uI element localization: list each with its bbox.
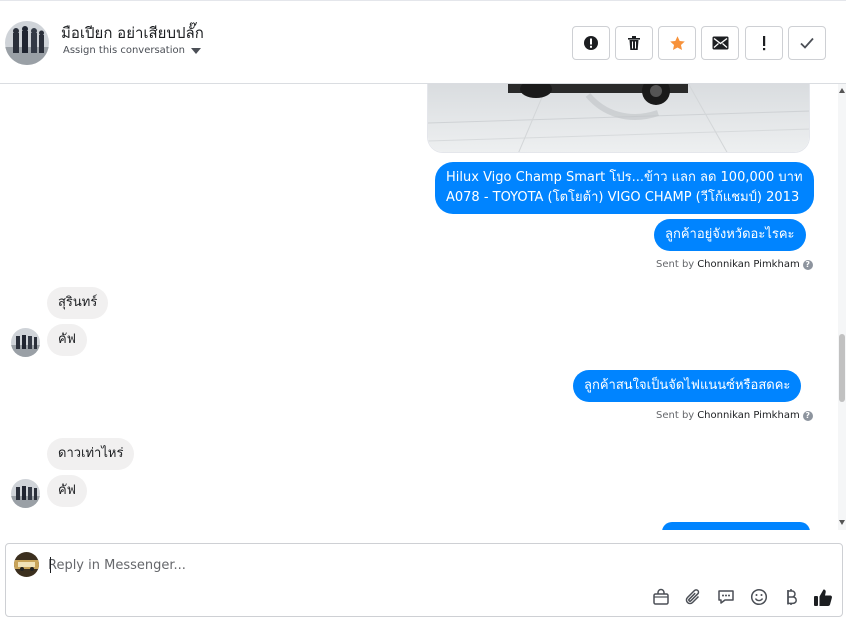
- follow-up-button[interactable]: [745, 26, 783, 60]
- contact-avatar-small: [11, 328, 40, 357]
- checkmark-icon: [799, 36, 815, 50]
- message-bubble-outgoing: ลูกค้าอยู่จังหวัดอะไรคะ: [654, 219, 806, 251]
- message-line: A078 - TOYOTA (โตโยต้า) VIGO CHAMP (วีโก…: [446, 190, 800, 205]
- star-icon: [669, 35, 686, 52]
- assign-conversation-dropdown[interactable]: Assign this conversation: [63, 45, 201, 56]
- paperclip-icon[interactable]: [683, 587, 703, 607]
- done-button[interactable]: [788, 26, 826, 60]
- contact-avatar[interactable]: [5, 21, 49, 65]
- message-bubble-incoming: ดาวเท่าไหร่: [47, 438, 135, 470]
- sent-by-agent[interactable]: Chonnikan Pimkham: [697, 410, 799, 421]
- message-bubble-outgoing: Hilux Vigo Champ Smart โปร...ข้าว แลก ลด…: [435, 162, 814, 214]
- reply-composer: [5, 543, 843, 617]
- sent-by-agent[interactable]: Chonnikan Pimkham: [697, 259, 799, 270]
- message-bubble-incoming: คัฟ: [47, 324, 87, 356]
- thumbs-up-icon[interactable]: [813, 587, 833, 607]
- header-divider: [0, 0, 846, 5]
- message-line: Hilux Vigo Champ Smart โปร...ข้าว แลก ลด…: [446, 170, 803, 185]
- reply-input[interactable]: [48, 554, 608, 576]
- sent-by-label: Sent by Chonnikan Pimkham ?: [656, 259, 813, 270]
- sent-by-prefix: Sent by: [656, 259, 695, 270]
- scrollbar-thumb[interactable]: [839, 334, 845, 402]
- mark-spam-button[interactable]: [572, 26, 610, 60]
- star-button[interactable]: [658, 26, 696, 60]
- contact-name: มือเปียก อย่าเสียบปลั๊ก: [61, 24, 204, 42]
- caret-down-icon: [190, 48, 201, 54]
- trash-icon: [626, 35, 642, 51]
- message-bubble-incoming: สุรินทร์: [47, 287, 109, 319]
- car-photo-attachment[interactable]: [427, 84, 810, 153]
- mark-unread-button[interactable]: [701, 26, 739, 60]
- scroll-down-arrow-icon[interactable]: [839, 520, 845, 525]
- conversation-header: มือเปียก อย่าเสียบปลั๊ก Assign this conv…: [0, 0, 846, 84]
- alert-circle-icon: [583, 35, 599, 51]
- saved-replies-icon[interactable]: [716, 587, 736, 607]
- sent-by-prefix: Sent by: [656, 410, 695, 421]
- envelope-icon: [712, 36, 729, 50]
- scroll-up-arrow-icon[interactable]: [839, 88, 845, 93]
- sent-by-label: Sent by Chonnikan Pimkham ?: [656, 410, 813, 421]
- page-avatar: [14, 552, 39, 577]
- text-cursor: [50, 557, 51, 573]
- exclamation-icon: [761, 35, 767, 51]
- message-bubble-incoming: คัฟ: [47, 475, 87, 507]
- assign-label: Assign this conversation: [63, 45, 185, 56]
- delete-button[interactable]: [615, 26, 653, 60]
- message-bubble-outgoing: ลูกค้าสนใจเป็นจัดไฟแนนซ์หรือสดคะ: [573, 370, 802, 402]
- message-bubble-outgoing-partial: [662, 522, 810, 530]
- contact-avatar-small: [11, 479, 40, 508]
- thread-scrollbar[interactable]: [838, 84, 846, 530]
- message-thread[interactable]: Hilux Vigo Champ Smart โปร...ข้าว แลก ลด…: [0, 84, 838, 530]
- bag-icon[interactable]: [651, 587, 671, 607]
- baht-icon[interactable]: [781, 587, 801, 607]
- help-icon[interactable]: ?: [802, 410, 813, 421]
- emoji-icon[interactable]: [749, 587, 769, 607]
- help-icon[interactable]: ?: [802, 259, 813, 270]
